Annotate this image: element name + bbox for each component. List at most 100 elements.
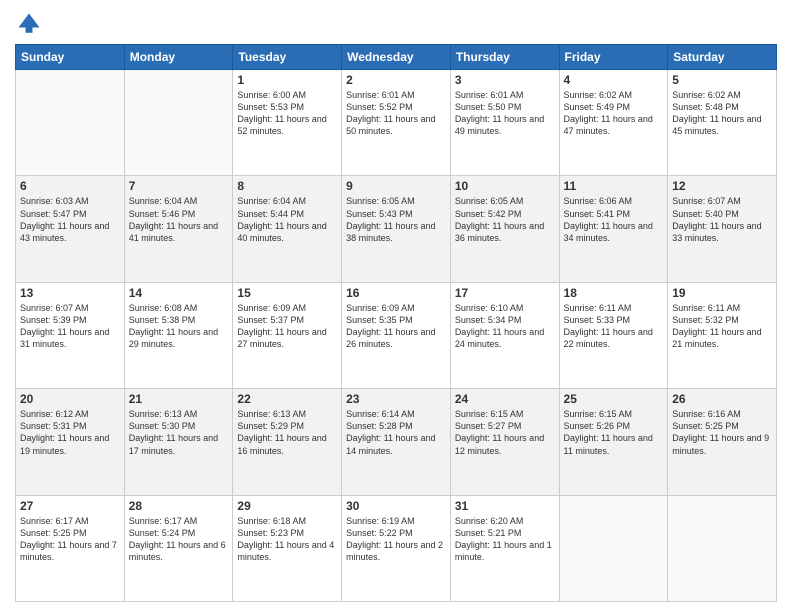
- day-number: 6: [20, 179, 120, 193]
- calendar-cell: 14 Sunrise: 6:08 AMSunset: 5:38 PMDayligh…: [124, 282, 233, 388]
- calendar-cell: 21Sunrise: 6:13 AMSunset: 5:30 PMDayligh…: [124, 389, 233, 495]
- day-info: Sunrise: 6:01 AMSunset: 5:50 PMDaylight:…: [455, 89, 555, 138]
- day-number: 9: [346, 179, 446, 193]
- day-number: 19: [672, 286, 772, 300]
- calendar-cell: 24 Sunrise: 6:15 AMSunset: 5:27 PMDayligh…: [450, 389, 559, 495]
- calendar-cell: 31 Sunrise: 6:20 AMSunset: 5:21 PMDayligh…: [450, 495, 559, 601]
- day-info: Sunrise: 6:04 AMSunset: 5:44 PMDaylight:…: [237, 195, 337, 244]
- day-info: Sunrise: 6:13 AMSunset: 5:29 PMDaylight:…: [237, 408, 337, 457]
- day-number: 4: [564, 73, 664, 87]
- day-info: Sunrise: 6:06 AMSunset: 5:41 PMDaylight:…: [564, 195, 664, 244]
- day-info: Sunrise: 6:08 AMSunset: 5:38 PMDaylight:…: [129, 302, 229, 351]
- calendar-cell: 27Sunrise: 6:17 AMSunset: 5:25 PMDayligh…: [16, 495, 125, 601]
- calendar-cell: 29 Sunrise: 6:18 AMSunset: 5:23 PMDayligh…: [233, 495, 342, 601]
- weekday-header-sunday: Sunday: [16, 45, 125, 70]
- calendar-cell: 7 Sunrise: 6:04 AMSunset: 5:46 PMDaylight…: [124, 176, 233, 282]
- day-info: Sunrise: 6:17 AMSunset: 5:25 PMDaylight:…: [20, 515, 120, 564]
- calendar-week-row: 1Sunrise: 6:00 AMSunset: 5:53 PMDaylight…: [16, 70, 777, 176]
- calendar-cell: [124, 70, 233, 176]
- logo-icon: [15, 10, 43, 38]
- day-info: Sunrise: 6:15 AMSunset: 5:27 PMDaylight:…: [455, 408, 555, 457]
- day-info: Sunrise: 6:20 AMSunset: 5:21 PMDaylight:…: [455, 515, 555, 564]
- weekday-header-thursday: Thursday: [450, 45, 559, 70]
- calendar-cell: 19 Sunrise: 6:11 AMSunset: 5:32 PMDayligh…: [668, 282, 777, 388]
- day-number: 5: [672, 73, 772, 87]
- day-number: 29: [237, 499, 337, 513]
- day-info: Sunrise: 6:01 AMSunset: 5:52 PMDaylight:…: [346, 89, 446, 138]
- calendar-week-row: 6 Sunrise: 6:03 AMSunset: 5:47 PMDaylight…: [16, 176, 777, 282]
- weekday-header-wednesday: Wednesday: [342, 45, 451, 70]
- day-number: 13: [20, 286, 120, 300]
- day-info: Sunrise: 6:15 AMSunset: 5:26 PMDaylight:…: [564, 408, 664, 457]
- day-number: 25: [564, 392, 664, 406]
- weekday-header-tuesday: Tuesday: [233, 45, 342, 70]
- day-number: 11: [564, 179, 664, 193]
- calendar-week-row: 13 Sunrise: 6:07 AMSunset: 5:39 PMDayligh…: [16, 282, 777, 388]
- day-info: Sunrise: 6:17 AMSunset: 5:24 PMDaylight:…: [129, 515, 229, 564]
- day-number: 15: [237, 286, 337, 300]
- day-info: Sunrise: 6:07 AMSunset: 5:40 PMDaylight:…: [672, 195, 772, 244]
- day-info: Sunrise: 6:13 AMSunset: 5:30 PMDaylight:…: [129, 408, 229, 457]
- day-number: 24: [455, 392, 555, 406]
- day-info: Sunrise: 6:16 AMSunset: 5:25 PMDaylight:…: [672, 408, 772, 457]
- day-number: 30: [346, 499, 446, 513]
- calendar-cell: 18Sunrise: 6:11 AMSunset: 5:33 PMDayligh…: [559, 282, 668, 388]
- calendar-table: SundayMondayTuesdayWednesdayThursdayFrid…: [15, 44, 777, 602]
- weekday-header-saturday: Saturday: [668, 45, 777, 70]
- calendar-cell: 9 Sunrise: 6:05 AMSunset: 5:43 PMDaylight…: [342, 176, 451, 282]
- calendar-week-row: 27Sunrise: 6:17 AMSunset: 5:25 PMDayligh…: [16, 495, 777, 601]
- calendar-cell: 20 Sunrise: 6:12 AMSunset: 5:31 PMDayligh…: [16, 389, 125, 495]
- day-number: 7: [129, 179, 229, 193]
- calendar-cell: 23 Sunrise: 6:14 AMSunset: 5:28 PMDayligh…: [342, 389, 451, 495]
- day-info: Sunrise: 6:09 AMSunset: 5:35 PMDaylight:…: [346, 302, 446, 351]
- calendar-cell: 13 Sunrise: 6:07 AMSunset: 5:39 PMDayligh…: [16, 282, 125, 388]
- calendar-cell: 28Sunrise: 6:17 AMSunset: 5:24 PMDayligh…: [124, 495, 233, 601]
- day-number: 23: [346, 392, 446, 406]
- day-info: Sunrise: 6:18 AMSunset: 5:23 PMDaylight:…: [237, 515, 337, 564]
- calendar-cell: 8 Sunrise: 6:04 AMSunset: 5:44 PMDaylight…: [233, 176, 342, 282]
- calendar-cell: 2 Sunrise: 6:01 AMSunset: 5:52 PMDaylight…: [342, 70, 451, 176]
- calendar-cell: 15 Sunrise: 6:09 AMSunset: 5:37 PMDayligh…: [233, 282, 342, 388]
- day-number: 2: [346, 73, 446, 87]
- calendar-cell: 26 Sunrise: 6:16 AMSunset: 5:25 PMDayligh…: [668, 389, 777, 495]
- day-number: 16: [346, 286, 446, 300]
- calendar-cell: 1Sunrise: 6:00 AMSunset: 5:53 PMDaylight…: [233, 70, 342, 176]
- weekday-header-monday: Monday: [124, 45, 233, 70]
- weekday-header-friday: Friday: [559, 45, 668, 70]
- day-number: 14: [129, 286, 229, 300]
- calendar-cell: 3Sunrise: 6:01 AMSunset: 5:50 PMDaylight…: [450, 70, 559, 176]
- calendar-cell: [668, 495, 777, 601]
- calendar-week-row: 20 Sunrise: 6:12 AMSunset: 5:31 PMDayligh…: [16, 389, 777, 495]
- header: [15, 10, 777, 38]
- day-info: Sunrise: 6:09 AMSunset: 5:37 PMDaylight:…: [237, 302, 337, 351]
- calendar-cell: 4 Sunrise: 6:02 AMSunset: 5:49 PMDaylight…: [559, 70, 668, 176]
- day-info: Sunrise: 6:19 AMSunset: 5:22 PMDaylight:…: [346, 515, 446, 564]
- calendar-cell: 5Sunrise: 6:02 AMSunset: 5:48 PMDaylight…: [668, 70, 777, 176]
- day-number: 8: [237, 179, 337, 193]
- day-info: Sunrise: 6:05 AMSunset: 5:42 PMDaylight:…: [455, 195, 555, 244]
- day-number: 10: [455, 179, 555, 193]
- day-info: Sunrise: 6:03 AMSunset: 5:47 PMDaylight:…: [20, 195, 120, 244]
- day-number: 26: [672, 392, 772, 406]
- day-number: 20: [20, 392, 120, 406]
- calendar-cell: 17Sunrise: 6:10 AMSunset: 5:34 PMDayligh…: [450, 282, 559, 388]
- day-number: 18: [564, 286, 664, 300]
- day-info: Sunrise: 6:14 AMSunset: 5:28 PMDaylight:…: [346, 408, 446, 457]
- calendar-cell: [16, 70, 125, 176]
- day-info: Sunrise: 6:04 AMSunset: 5:46 PMDaylight:…: [129, 195, 229, 244]
- day-info: Sunrise: 6:11 AMSunset: 5:32 PMDaylight:…: [672, 302, 772, 351]
- day-info: Sunrise: 6:00 AMSunset: 5:53 PMDaylight:…: [237, 89, 337, 138]
- day-number: 31: [455, 499, 555, 513]
- day-info: Sunrise: 6:12 AMSunset: 5:31 PMDaylight:…: [20, 408, 120, 457]
- day-info: Sunrise: 6:07 AMSunset: 5:39 PMDaylight:…: [20, 302, 120, 351]
- calendar-cell: 30 Sunrise: 6:19 AMSunset: 5:22 PMDayligh…: [342, 495, 451, 601]
- calendar-cell: 12 Sunrise: 6:07 AMSunset: 5:40 PMDayligh…: [668, 176, 777, 282]
- day-info: Sunrise: 6:10 AMSunset: 5:34 PMDaylight:…: [455, 302, 555, 351]
- calendar-cell: [559, 495, 668, 601]
- calendar-cell: 25 Sunrise: 6:15 AMSunset: 5:26 PMDayligh…: [559, 389, 668, 495]
- day-number: 12: [672, 179, 772, 193]
- weekday-header-row: SundayMondayTuesdayWednesdayThursdayFrid…: [16, 45, 777, 70]
- day-info: Sunrise: 6:05 AMSunset: 5:43 PMDaylight:…: [346, 195, 446, 244]
- calendar-cell: 16 Sunrise: 6:09 AMSunset: 5:35 PMDayligh…: [342, 282, 451, 388]
- day-info: Sunrise: 6:02 AMSunset: 5:49 PMDaylight:…: [564, 89, 664, 138]
